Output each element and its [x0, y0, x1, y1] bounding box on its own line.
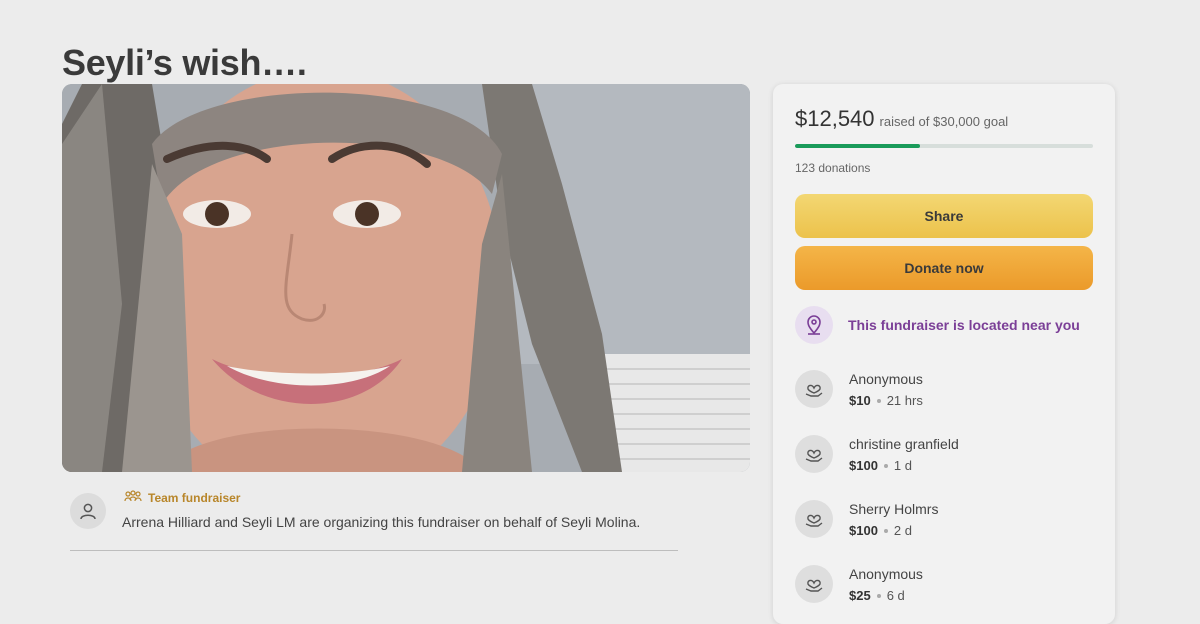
separator-dot	[876, 398, 881, 403]
fundraiser-photo-image	[62, 84, 750, 472]
amount-raised: $12,540	[795, 106, 875, 131]
donor-time: 6 d	[886, 588, 905, 603]
donor-item: Sherry Holmrs $100 2 d	[795, 499, 938, 538]
organizer-text: Arrena Hilliard and Seyli LM are organiz…	[122, 514, 641, 530]
donor-time: 1 d	[893, 458, 912, 473]
donations-count: 123 donations	[795, 161, 871, 175]
donor-name: Anonymous	[849, 371, 923, 387]
separator-dot	[883, 528, 888, 533]
donor-name: Sherry Holmrs	[849, 501, 939, 517]
progress-fill	[795, 144, 920, 148]
separator-dot	[876, 593, 881, 598]
donor-name: christine granfield	[849, 436, 959, 452]
donor-time: 21 hrs	[886, 393, 923, 408]
donor-item: Anonymous $25 6 d	[795, 564, 923, 603]
donor-item: christine granfield $100 1 d	[795, 434, 959, 473]
heart-hand-icon	[795, 435, 833, 473]
donor-amount: $100	[849, 523, 878, 538]
team-fundraiser-label: Team fundraiser	[148, 490, 241, 505]
separator-dot	[883, 463, 888, 468]
heart-hand-icon	[795, 370, 833, 408]
location-text: This fundraiser is located near you	[848, 317, 1080, 333]
heart-hand-icon	[795, 500, 833, 538]
donor-item: Anonymous $10 21 hrs	[795, 369, 923, 408]
user-icon	[70, 493, 106, 529]
amount-raised-row: $12,540 raised of $30,000 goal	[795, 106, 1008, 132]
donor-amount: $10	[849, 393, 871, 408]
organizer-section: Team fundraiser Arrena Hilliard and Seyl…	[70, 488, 678, 551]
location-pin-icon	[795, 306, 833, 344]
donation-sidebar: $12,540 raised of $30,000 goal 123 donat…	[773, 84, 1115, 624]
heart-hand-icon	[795, 565, 833, 603]
fundraiser-photo[interactable]	[62, 84, 750, 472]
donor-name: Anonymous	[849, 566, 923, 582]
donor-time: 2 d	[893, 523, 912, 538]
share-button[interactable]: Share	[795, 194, 1093, 238]
team-fundraiser-badge: Team fundraiser	[124, 490, 240, 505]
donor-amount: $100	[849, 458, 878, 473]
goal-text: raised of $30,000 goal	[879, 114, 1009, 129]
donate-now-button[interactable]: Donate now	[795, 246, 1093, 290]
team-icon	[124, 490, 142, 505]
location-notice: This fundraiser is located near you	[795, 306, 1080, 344]
donor-amount: $25	[849, 588, 871, 603]
page-title: Seyli’s wish….	[62, 42, 307, 84]
progress-bar	[795, 144, 1093, 148]
